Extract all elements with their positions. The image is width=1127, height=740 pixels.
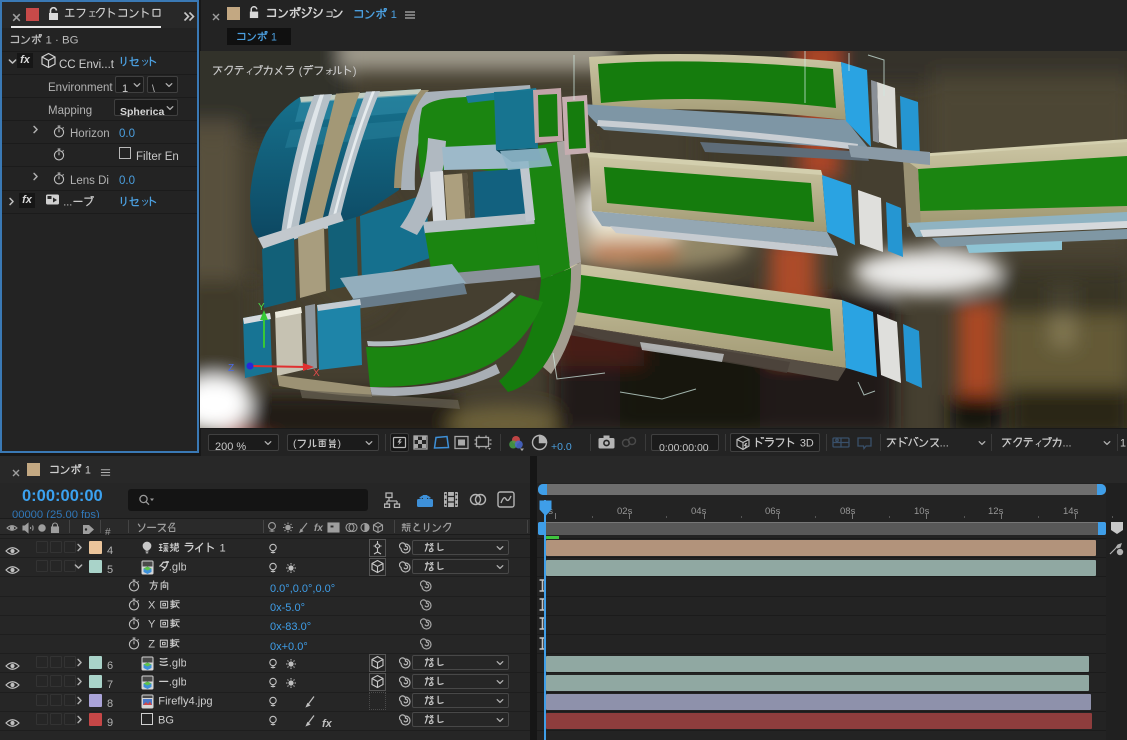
svg-text:3D: 3D: [800, 437, 814, 449]
svg-text:X: X: [313, 368, 320, 379]
svg-text:1: 1: [271, 31, 277, 43]
svg-text:...: ...: [63, 196, 72, 208]
svg-text:Firefly4.jpg: Firefly4.jpg: [158, 695, 212, 707]
svg-text:1: 1: [220, 542, 226, 554]
svg-text:Y: Y: [258, 302, 265, 313]
svg-text:fx: fx: [314, 523, 323, 534]
svg-text:): ): [337, 439, 340, 450]
svg-text:1 · BG: 1 · BG: [45, 34, 78, 46]
svg-text:...: ...: [940, 437, 949, 449]
svg-text:Z: Z: [148, 638, 158, 650]
svg-text:1: 1: [1120, 437, 1127, 449]
svg-text:.glb: .glb: [169, 657, 186, 669]
svg-text:X: X: [148, 599, 158, 611]
svg-text:1: 1: [85, 464, 91, 476]
svg-text:(: (: [299, 65, 303, 77]
svg-text:.glb: .glb: [169, 676, 186, 688]
svg-text:Z: Z: [228, 363, 234, 374]
svg-text:): ): [353, 65, 357, 77]
svg-text:.glb: .glb: [169, 561, 186, 573]
svg-text:(: (: [293, 439, 297, 450]
svg-text:Y: Y: [148, 618, 158, 630]
svg-text:1: 1: [391, 9, 397, 21]
svg-text:BG: BG: [158, 714, 174, 726]
svg-text:...: ...: [1062, 437, 1071, 449]
